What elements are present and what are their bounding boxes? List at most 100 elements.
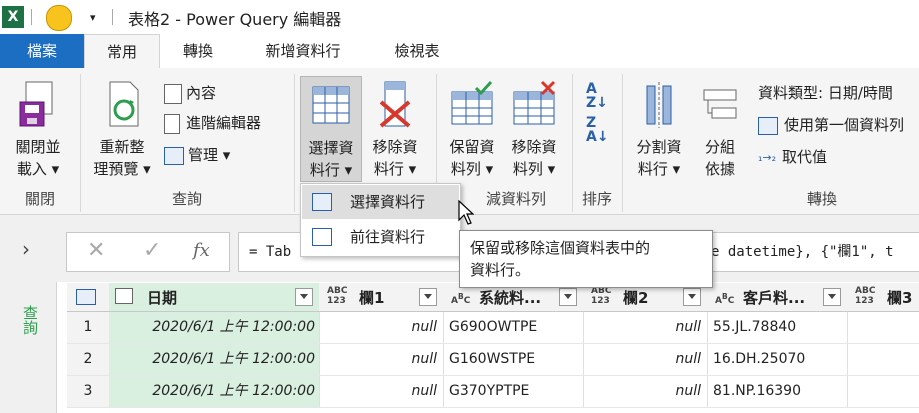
choose-columns-icon xyxy=(312,86,350,124)
separator xyxy=(112,9,113,25)
remove-rows-label: 移除資 料列 ▾ xyxy=(511,138,557,178)
remove-columns-button[interactable]: 移除資 料行 ▾ xyxy=(364,80,426,180)
data-grid: 日期 ABC 123 欄1 ABC 系統料... ABC 123 欄2 ABC 客戶… xyxy=(67,283,919,413)
col1-cell[interactable]: null xyxy=(319,376,444,408)
smiley-icon[interactable] xyxy=(46,5,72,31)
column-filter-dropdown[interactable] xyxy=(823,288,841,306)
split-column-button[interactable]: 分割資 料行 ▾ xyxy=(628,80,690,180)
tab-add-column[interactable]: 新增資料行 xyxy=(244,34,362,68)
system-part-cell[interactable]: G370YPTPE xyxy=(443,376,584,408)
column-header-date[interactable]: 日期 xyxy=(109,283,320,312)
data-type-dropdown[interactable]: 資料類型: 日期/時間 xyxy=(758,82,893,103)
formula-text: = Tab xyxy=(249,244,292,260)
accept-formula-icon[interactable]: ✓ xyxy=(143,238,161,263)
refresh-icon xyxy=(109,81,139,127)
column-name: 日期 xyxy=(147,289,178,307)
column-name: 欄2 xyxy=(623,289,649,307)
properties-icon xyxy=(164,83,182,104)
properties-button[interactable]: 內容 xyxy=(164,82,216,104)
table-menu-cell[interactable] xyxy=(67,283,110,312)
data-type-label: 資料類型: 日期/時間 xyxy=(758,84,893,102)
column-filter-dropdown[interactable] xyxy=(419,288,437,306)
type-badge: ABC xyxy=(451,292,471,306)
replace-values-button[interactable]: ₁→₂ 取代值 xyxy=(758,146,827,167)
close-load-icon xyxy=(19,81,53,127)
tab-home[interactable]: 常用 xyxy=(84,34,160,69)
col1-cell[interactable]: null xyxy=(319,312,444,344)
customer-part-cell[interactable]: 55.JL.78840 xyxy=(707,312,848,344)
menu-item-label: 選擇資料行 xyxy=(350,193,426,211)
fx-icon[interactable]: fx xyxy=(193,240,210,261)
group-sort-label: 排序 xyxy=(581,190,612,208)
date-cell[interactable]: 2020/6/1 上午 12:00:00 xyxy=(109,376,320,408)
menu-item-choose-columns[interactable]: 選擇資料行 xyxy=(302,185,459,219)
datetime-type-icon xyxy=(115,288,133,304)
col2-cell[interactable]: null xyxy=(583,312,708,344)
date-cell[interactable]: 2020/6/1 上午 12:00:00 xyxy=(109,312,320,344)
row-number: 3 xyxy=(67,376,110,408)
tab-file[interactable]: 檔案 xyxy=(0,34,84,68)
col3-cell[interactable] xyxy=(847,312,919,344)
type-badge: ABC xyxy=(715,292,735,306)
manage-label: 管理 ▾ xyxy=(188,146,231,164)
column-name: 欄3 xyxy=(887,289,913,307)
sort-ascending-icon[interactable]: A Z↓ xyxy=(586,82,608,110)
close-load-button[interactable]: 關閉並 載入 ▾ xyxy=(6,80,70,180)
customer-part-cell[interactable]: 81.NP.16390 xyxy=(707,376,848,408)
refresh-preview-button[interactable]: 重新整 理預覽 ▾ xyxy=(86,80,158,180)
column-name: 欄1 xyxy=(359,289,385,307)
close-load-label: 關閉並 載入 ▾ xyxy=(15,138,61,178)
group-close-label: 關閉 xyxy=(24,190,55,208)
col3-cell[interactable] xyxy=(847,344,919,376)
column-header-customer-part[interactable]: ABC 客戶料... xyxy=(707,283,848,312)
customer-part-cell[interactable]: 16.DH.25070 xyxy=(707,344,848,376)
remove-rows-button[interactable]: 移除資 料列 ▾ xyxy=(504,80,564,180)
formula-text-right: e datetime}, {"欄1", t xyxy=(711,244,894,260)
col2-cell[interactable]: null xyxy=(583,376,708,408)
cancel-formula-icon[interactable]: ✕ xyxy=(87,238,105,263)
keep-rows-button[interactable]: 保留資 料列 ▾ xyxy=(442,80,502,180)
expand-pane-icon[interactable]: › xyxy=(22,237,30,261)
group-query-label: 查詢 xyxy=(171,190,202,208)
table-icon xyxy=(76,289,96,305)
advanced-editor-button[interactable]: 進階編輯器 xyxy=(164,112,261,134)
choose-columns-menu: 選擇資料行 前往資料行 xyxy=(300,183,461,257)
customize-qat-icon[interactable]: ▾ xyxy=(90,11,96,24)
go-to-column-icon xyxy=(312,228,332,246)
use-first-row-button[interactable]: 使用第一個資料列 xyxy=(758,114,904,135)
system-part-cell[interactable]: G690OWTPE xyxy=(443,312,584,344)
col1-cell[interactable]: null xyxy=(319,344,444,376)
column-header-col3[interactable]: ABC 123 欄3 xyxy=(847,283,919,312)
column-header-col1[interactable]: ABC 123 欄1 xyxy=(319,283,444,312)
column-filter-dropdown[interactable] xyxy=(683,288,701,306)
col3-cell[interactable] xyxy=(847,376,919,408)
table-icon xyxy=(758,116,778,135)
group-by-button[interactable]: 分組 依據 xyxy=(694,80,746,180)
menu-item-go-to-column[interactable]: 前往資料行 xyxy=(302,220,459,254)
manage-button[interactable]: 管理 ▾ xyxy=(164,144,230,165)
col2-cell[interactable]: null xyxy=(583,344,708,376)
remove-rows-icon xyxy=(513,80,556,125)
date-cell[interactable]: 2020/6/1 上午 12:00:00 xyxy=(109,344,320,376)
separator xyxy=(31,9,32,25)
sort-descending-icon[interactable]: Z A↓ xyxy=(586,116,609,144)
properties-label: 內容 xyxy=(186,84,217,102)
title-bar: X ▾ 表格2 - Power Query 編輯器 xyxy=(0,0,919,34)
tab-transform[interactable]: 轉換 xyxy=(158,34,238,68)
type-badge: ABC 123 xyxy=(855,286,876,306)
column-filter-dropdown[interactable] xyxy=(295,288,313,306)
formula-buttons: ✕ ✓ fx xyxy=(66,232,230,272)
tab-view[interactable]: 檢視表 xyxy=(372,34,462,68)
replace-values-label: 取代值 xyxy=(782,148,828,166)
replace-values-icon: ₁→₂ xyxy=(758,151,777,164)
system-part-cell[interactable]: G160WSTPE xyxy=(443,344,584,376)
column-filter-dropdown[interactable] xyxy=(559,288,577,306)
remove-columns-icon xyxy=(379,81,411,128)
queries-pane: › 查詢 xyxy=(0,215,57,413)
excel-icon[interactable]: X xyxy=(2,6,24,28)
menu-item-label: 前往資料行 xyxy=(350,228,426,246)
column-name: 系統料... xyxy=(479,289,542,307)
row-number: 1 xyxy=(67,312,110,344)
choose-columns-button[interactable]: 選擇資 料行 ▾ xyxy=(300,76,362,182)
type-badge: ABC 123 xyxy=(591,286,612,306)
